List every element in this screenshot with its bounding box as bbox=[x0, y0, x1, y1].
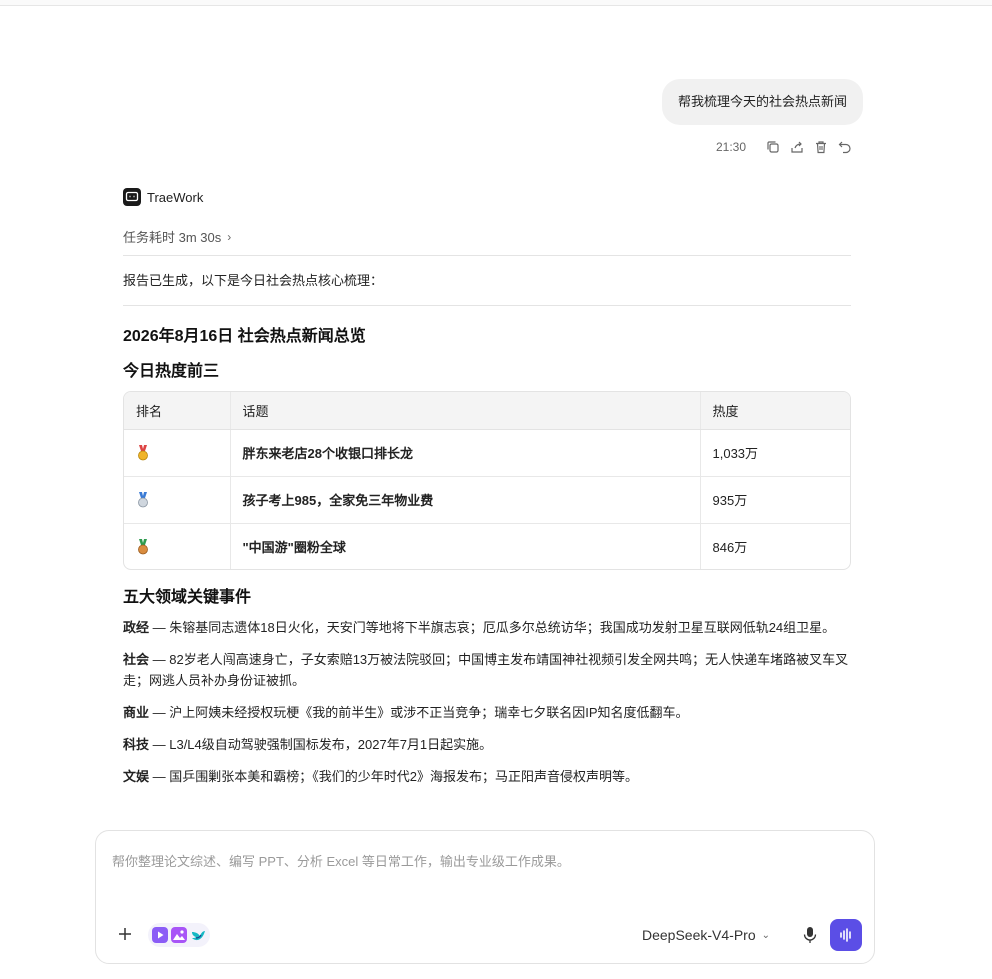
table-header-heat: 热度 bbox=[699, 392, 850, 430]
divider bbox=[123, 255, 851, 256]
top3-heading: 今日热度前三 bbox=[123, 363, 220, 380]
event-label: 社会 bbox=[123, 652, 150, 667]
list-item: 科技 — L3/L4级自动驾驶强制国标发布，2027年7月1日起实施。 bbox=[123, 734, 855, 755]
divider bbox=[123, 305, 851, 306]
bronze-medal-icon bbox=[136, 539, 150, 555]
undo-icon[interactable] bbox=[838, 140, 852, 154]
message-composer[interactable]: 帮你整理论文综述、编写 PPT、分析 Excel 等日常工作，输出专业级工作成果… bbox=[95, 830, 875, 964]
assistant-name: TraeWork bbox=[147, 189, 204, 205]
copy-icon[interactable] bbox=[766, 140, 780, 154]
add-attachment-button[interactable] bbox=[116, 925, 134, 943]
user-message-bubble: 帮我梳理今天的社会热点新闻 bbox=[661, 79, 863, 125]
list-item: 商业 — 沪上阿姨未经授权玩梗《我的前半生》或涉不正当竞争；瑞幸七夕联名因IP知… bbox=[123, 702, 855, 723]
task-duration-toggle[interactable]: 任务耗时 3m 30s › bbox=[123, 227, 231, 246]
list-item: 政经 — 朱镕基同志遗体18日火化，天安门等地将下半旗志哀；厄瓜多尔总统访华；我… bbox=[123, 617, 855, 638]
rank-cell bbox=[124, 429, 230, 476]
microphone-button[interactable] bbox=[802, 926, 818, 944]
message-time: 21:30 bbox=[715, 140, 746, 154]
plus-icon bbox=[119, 928, 131, 940]
report-title: 2026年8月16日 社会热点新闻总览 bbox=[123, 328, 366, 345]
silver-medal-icon bbox=[136, 491, 150, 508]
delete-icon[interactable] bbox=[814, 140, 828, 154]
rank-cell bbox=[124, 522, 230, 569]
event-text: — 国乒围剿张本美和霸榜；《我们的少年时代2》海报发布；马正阳声音侵权声明等。 bbox=[149, 769, 638, 784]
events-list: 政经 — 朱镕基同志遗体18日火化，天安门等地将下半旗志哀；厄瓜多尔总统访华；我… bbox=[123, 617, 855, 798]
assistant-header: TraeWork bbox=[123, 188, 203, 206]
table-row: 胖东来老店28个收银口排长龙 1,033万 bbox=[124, 429, 850, 476]
task-duration-label: 任务耗时 3m 30s bbox=[123, 230, 222, 245]
top-bar bbox=[0, 0, 992, 6]
heat-cell: 1,033万 bbox=[699, 429, 850, 476]
hot-topics-table: 排名 话题 热度 胖东来老店28个收银口排长龙 1,033万 孩子考上985，全… bbox=[123, 391, 851, 570]
table-row: "中国游"圈粉全球 846万 bbox=[124, 522, 850, 569]
event-label: 政经 bbox=[123, 620, 150, 635]
event-text: — 沪上阿姨未经授权玩梗《我的前半生》或涉不正当竞争；瑞幸七夕联名因IP知名度低… bbox=[149, 705, 689, 720]
list-item: 文娱 — 国乒围剿张本美和霸榜；《我们的少年时代2》海报发布；马正阳声音侵权声明… bbox=[123, 766, 855, 787]
chevron-down-icon: ⌄ bbox=[761, 929, 771, 941]
table-header-topic: 话题 bbox=[229, 392, 700, 430]
heat-cell: 846万 bbox=[699, 522, 850, 569]
app-shortcuts[interactable] bbox=[148, 923, 210, 947]
model-selector[interactable]: DeepSeek-V4-Pro ⌄ bbox=[642, 927, 770, 943]
report-intro: 报告已生成，以下是今日社会热点核心梳理： bbox=[123, 273, 384, 288]
event-label: 科技 bbox=[123, 737, 150, 752]
model-name: DeepSeek-V4-Pro bbox=[642, 927, 756, 943]
rank-cell bbox=[124, 475, 230, 523]
heat-cell: 935万 bbox=[699, 475, 850, 523]
microphone-icon bbox=[803, 927, 817, 943]
event-text: — L3/L4级自动驾驶强制国标发布，2027年7月1日起实施。 bbox=[149, 737, 493, 752]
event-label: 商业 bbox=[123, 705, 150, 720]
five-domains-heading: 五大领域关键事件 bbox=[123, 589, 252, 606]
gold-medal-icon bbox=[136, 444, 150, 461]
composer-input[interactable]: 帮你整理论文综述、编写 PPT、分析 Excel 等日常工作，输出专业级工作成果… bbox=[112, 851, 570, 870]
event-text: — 82岁老人闯高速身亡，子女索赔13万被法院驳回；中国博主发布靖国神社视频引发… bbox=[123, 652, 849, 688]
topic-cell: 孩子考上985，全家免三年物业费 bbox=[229, 475, 700, 523]
list-item: 社会 — 82岁老人闯高速身亡，子女索赔13万被法院驳回；中国博主发布靖国神社视… bbox=[123, 649, 855, 691]
chevron-right-icon: › bbox=[227, 229, 232, 244]
event-text: — 朱镕基同志遗体18日火化，天安门等地将下半旗志哀；厄瓜多尔总统访华；我国成功… bbox=[149, 620, 836, 635]
topic-cell: "中国游"圈粉全球 bbox=[229, 522, 700, 569]
bird-app-icon[interactable] bbox=[190, 927, 206, 943]
voice-send-button[interactable] bbox=[830, 919, 862, 951]
image-app-icon[interactable] bbox=[171, 927, 187, 943]
audio-wave-icon bbox=[840, 928, 851, 942]
topic-cell: 胖东来老店28个收银口排长龙 bbox=[229, 429, 700, 476]
traework-logo-icon bbox=[123, 188, 141, 206]
table-row: 孩子考上985，全家免三年物业费 935万 bbox=[124, 475, 850, 523]
video-app-icon[interactable] bbox=[152, 927, 168, 943]
table-header-rank: 排名 bbox=[124, 392, 230, 430]
event-label: 文娱 bbox=[123, 769, 150, 784]
message-actions: 21:30 bbox=[716, 138, 852, 156]
share-icon[interactable] bbox=[790, 140, 804, 154]
